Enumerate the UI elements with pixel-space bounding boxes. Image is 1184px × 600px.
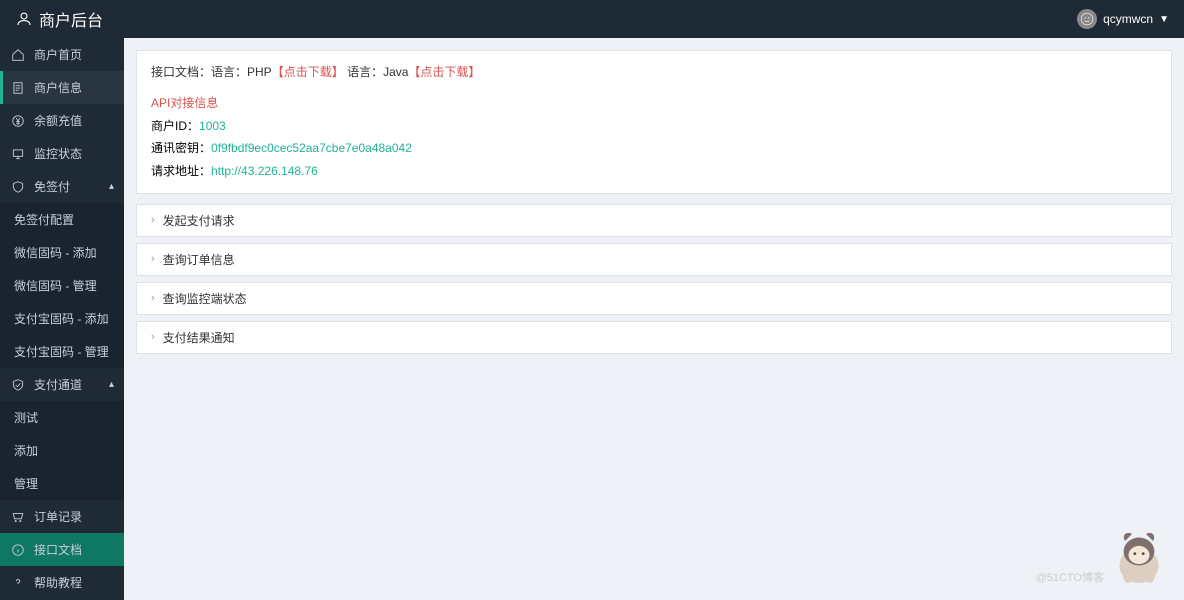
- sidebar-item-help[interactable]: 帮助教程: [0, 566, 124, 599]
- sidebar-sub-channel: 测试 添加 管理: [0, 401, 124, 500]
- sidebar-item-monitor[interactable]: 监控状态: [0, 137, 124, 170]
- sidebar-item-balance[interactable]: 余额充值: [0, 104, 124, 137]
- sidebar-item-label: 余额充值: [34, 112, 82, 129]
- sidebar-item-label: 帮助教程: [34, 574, 82, 591]
- accordion-title: 发起支付请求: [163, 212, 235, 229]
- sidebar-sub-item[interactable]: 微信固码 - 添加: [0, 236, 124, 269]
- sidebar-sub-item[interactable]: 免签付配置: [0, 203, 124, 236]
- logo[interactable]: 商户后台: [15, 7, 103, 31]
- sidebar-item-label: 商户首页: [34, 46, 82, 63]
- sidebar-item-merchant-info[interactable]: 商户信息: [0, 71, 124, 104]
- help-icon: [10, 576, 26, 590]
- monitor-icon: [10, 147, 26, 161]
- topbar: 商户后台 qcymwcn ▼: [0, 0, 1184, 38]
- shield-icon: [10, 180, 26, 194]
- request-url-value[interactable]: http://43.226.148.76: [211, 164, 318, 178]
- merchant-id-row: 商户ID：1003: [151, 115, 1157, 138]
- sidebar-item-miansign[interactable]: 免签付 ▴: [0, 170, 124, 203]
- accordion-query-monitor[interactable]: › 查询监控端状态: [136, 282, 1172, 315]
- app-title: 商户后台: [39, 7, 103, 31]
- sidebar-item-channel[interactable]: 支付通道 ▴: [0, 368, 124, 401]
- sidebar-item-orders[interactable]: 订单记录: [0, 500, 124, 533]
- secret-row: 通讯密钥：0f9fbdf9ec0cec52aa7cbe7e0a48a042: [151, 137, 1157, 160]
- accordion-payment-notify[interactable]: › 支付结果通知: [136, 321, 1172, 354]
- avatar: [1077, 9, 1097, 29]
- user-icon: [15, 10, 33, 28]
- api-info-title: API对接信息: [151, 92, 1157, 115]
- merchant-id-value: 1003: [199, 119, 226, 133]
- sidebar-item-label: 支付通道: [34, 376, 82, 393]
- accordion-payment-request[interactable]: › 发起支付请求: [136, 204, 1172, 237]
- chevron-right-icon: ›: [151, 331, 155, 343]
- php-download-link[interactable]: 【点击下载】: [272, 65, 344, 79]
- accordion-title: 支付结果通知: [163, 329, 235, 346]
- chevron-up-icon: ▴: [109, 181, 114, 192]
- sidebar-sub-miansign: 免签付配置 微信固码 - 添加 微信固码 - 管理 支付宝固码 - 添加 支付宝…: [0, 203, 124, 368]
- chevron-right-icon: ›: [151, 253, 155, 265]
- sidebar-sub-item[interactable]: 支付宝固码 - 添加: [0, 302, 124, 335]
- sidebar-item-label: 免签付: [34, 178, 70, 195]
- cart-icon: [10, 510, 26, 524]
- user-menu[interactable]: qcymwcn ▼: [1077, 9, 1169, 29]
- caret-down-icon: ▼: [1159, 14, 1169, 25]
- sidebar: 商户首页 商户信息 余额充值 监控状态 免签付 ▴ 免签付配置 微信固码 - 添…: [0, 38, 124, 600]
- request-url-row: 请求地址：http://43.226.148.76: [151, 160, 1157, 183]
- chevron-up-icon: ▴: [109, 379, 114, 390]
- accordion-title: 查询订单信息: [163, 251, 235, 268]
- info-icon: [10, 543, 26, 557]
- main-content: 接口文档：语言：PHP【点击下载】 语言：Java【点击下载】 API对接信息 …: [124, 38, 1184, 600]
- yen-icon: [10, 114, 26, 128]
- sidebar-sub-item[interactable]: 支付宝固码 - 管理: [0, 335, 124, 368]
- check-shield-icon: [10, 378, 26, 392]
- java-download-link[interactable]: 【点击下载】: [408, 65, 480, 79]
- username: qcymwcn: [1103, 12, 1153, 26]
- accordion-query-order[interactable]: › 查询订单信息: [136, 243, 1172, 276]
- sidebar-item-api-doc[interactable]: 接口文档: [0, 533, 124, 566]
- sidebar-item-home[interactable]: 商户首页: [0, 38, 124, 71]
- sidebar-item-label: 订单记录: [34, 508, 82, 525]
- secret-value: 0f9fbdf9ec0cec52aa7cbe7e0a48a042: [211, 141, 412, 155]
- mascot-icon[interactable]: [1104, 520, 1174, 590]
- doc-download-line: 接口文档：语言：PHP【点击下载】 语言：Java【点击下载】: [151, 61, 1157, 84]
- watermark: @51CTO博客: [1036, 569, 1104, 585]
- sidebar-item-label: 商户信息: [34, 79, 82, 96]
- home-icon: [10, 48, 26, 62]
- sidebar-sub-item[interactable]: 添加: [0, 434, 124, 467]
- sidebar-sub-item[interactable]: 管理: [0, 467, 124, 500]
- sidebar-sub-item[interactable]: 测试: [0, 401, 124, 434]
- sidebar-item-label: 监控状态: [34, 145, 82, 162]
- api-info-panel: 接口文档：语言：PHP【点击下载】 语言：Java【点击下载】 API对接信息 …: [136, 50, 1172, 194]
- doc-icon: [10, 81, 26, 95]
- sidebar-sub-item[interactable]: 微信固码 - 管理: [0, 269, 124, 302]
- sidebar-item-label: 接口文档: [34, 541, 82, 558]
- chevron-right-icon: ›: [151, 214, 155, 226]
- accordion-title: 查询监控端状态: [163, 290, 247, 307]
- chevron-right-icon: ›: [151, 292, 155, 304]
